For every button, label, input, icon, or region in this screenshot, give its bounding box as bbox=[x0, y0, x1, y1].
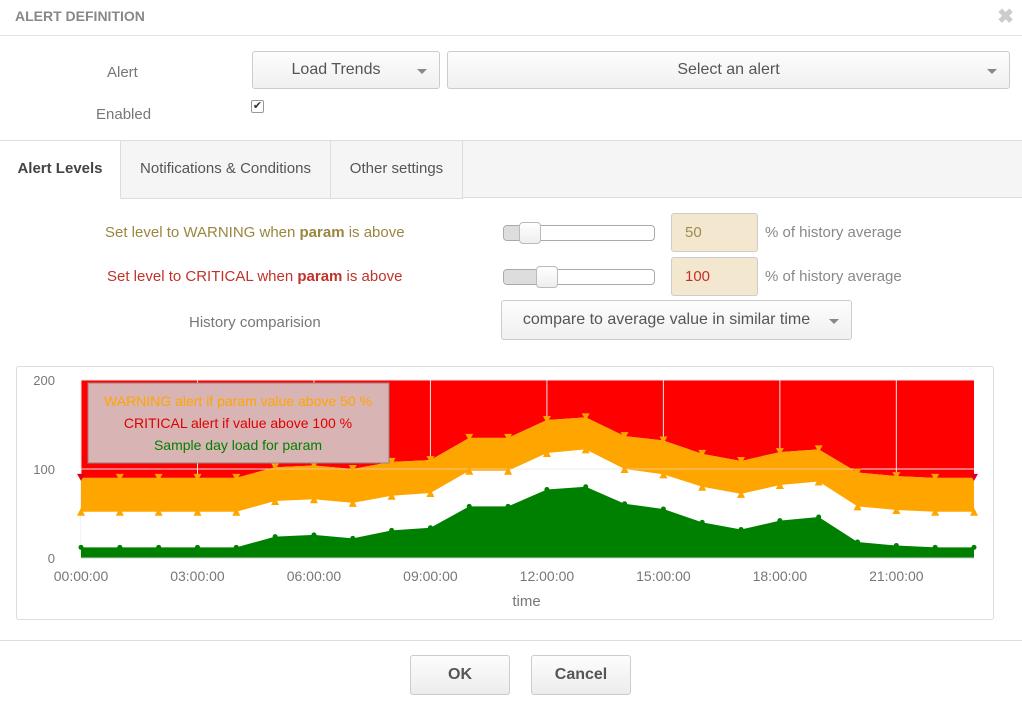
ok-button[interactable]: OK bbox=[410, 655, 510, 695]
load-point bbox=[156, 544, 162, 550]
critical-value-input[interactable]: 100 bbox=[671, 257, 758, 296]
x-tick-label: 12:00:00 bbox=[520, 568, 575, 584]
load-point bbox=[971, 544, 977, 550]
enabled-checkbox[interactable]: ✔ bbox=[251, 100, 264, 113]
x-tick-label: 06:00:00 bbox=[287, 568, 342, 584]
y-tick-label: 100 bbox=[33, 462, 55, 477]
load-chart: 0 100 200 00:00:00 03:00:00 06:00:00 09:00:00 1… bbox=[16, 366, 994, 620]
load-point bbox=[233, 544, 239, 550]
load-point bbox=[622, 501, 628, 507]
load-point bbox=[194, 544, 200, 550]
y-tick-label: 0 bbox=[48, 551, 55, 566]
load-point bbox=[738, 527, 744, 533]
tab-bar: Alert Levels Notifications & Conditions … bbox=[0, 140, 1022, 199]
load-point bbox=[855, 539, 861, 545]
load-point bbox=[893, 543, 899, 549]
dialog-title: ALERT DEFINITION bbox=[15, 8, 145, 24]
critical-unit-label: % of history average bbox=[765, 268, 902, 285]
x-axis-title: time bbox=[512, 593, 540, 610]
warning-label-suffix: is above bbox=[344, 224, 405, 241]
load-point bbox=[427, 525, 433, 531]
load-point bbox=[117, 544, 123, 550]
close-icon[interactable]: ✖ bbox=[997, 4, 1014, 29]
warning-label-prefix: Set level to WARNING when bbox=[105, 224, 300, 241]
load-point bbox=[389, 527, 395, 533]
tab-bar-fill bbox=[462, 141, 1022, 198]
critical-label-suffix: is above bbox=[342, 268, 403, 285]
warning-slider-handle[interactable] bbox=[519, 222, 541, 244]
load-point bbox=[932, 544, 938, 550]
x-tick-label: 21:00:00 bbox=[869, 568, 924, 584]
enabled-label: Enabled bbox=[96, 106, 152, 123]
warning-label-param: param bbox=[299, 224, 345, 241]
alert-select[interactable]: Select an alert bbox=[447, 51, 1010, 89]
load-point bbox=[78, 544, 84, 550]
load-point bbox=[505, 503, 511, 509]
load-point bbox=[350, 535, 356, 541]
legend-entry: CRITICAL alert if value above 100 % bbox=[124, 415, 352, 431]
load-point bbox=[272, 534, 278, 540]
x-tick-label: 18:00:00 bbox=[753, 568, 808, 584]
footer-divider bbox=[0, 640, 1022, 641]
legend-entry: Sample day load for param bbox=[154, 437, 322, 453]
load-point bbox=[311, 532, 317, 538]
alert-label: Alert bbox=[107, 64, 138, 81]
chevron-down-icon bbox=[987, 69, 997, 74]
history-comparison-select[interactable]: compare to average value in similar time bbox=[501, 300, 852, 340]
warning-slider[interactable] bbox=[503, 222, 655, 244]
load-point bbox=[816, 514, 822, 520]
load-point bbox=[583, 484, 589, 490]
y-tick-label: 200 bbox=[33, 373, 55, 388]
legend-entry: WARNING alert if param value above 50 % bbox=[104, 393, 372, 409]
warning-level-label: Set level to WARNING when param is above bbox=[105, 224, 405, 241]
x-tick-label: 15:00:00 bbox=[636, 568, 691, 584]
alert-select-value: Select an alert bbox=[677, 61, 780, 78]
warning-unit-label: % of history average bbox=[765, 224, 902, 241]
load-point bbox=[660, 506, 666, 512]
chevron-down-icon bbox=[417, 69, 427, 74]
tab-notifications-conditions[interactable]: Notifications & Conditions bbox=[121, 141, 331, 199]
history-comparison-value: compare to average value in similar time bbox=[522, 311, 811, 328]
tab-alert-levels[interactable]: Alert Levels bbox=[0, 141, 121, 199]
alert-type-value: Load Trends bbox=[291, 61, 381, 78]
cancel-button[interactable]: Cancel bbox=[531, 655, 631, 695]
history-comparison-label: History comparision bbox=[189, 314, 321, 331]
critical-slider[interactable] bbox=[503, 266, 655, 288]
critical-level-label: Set level to CRITICAL when param is abov… bbox=[107, 268, 402, 285]
dialog-titlebar: ALERT DEFINITION ✖ bbox=[0, 0, 1022, 36]
critical-label-param: param bbox=[297, 268, 343, 285]
x-tick-label: 09:00:00 bbox=[403, 568, 458, 584]
load-point bbox=[699, 519, 705, 525]
alert-type-select[interactable]: Load Trends bbox=[252, 51, 440, 89]
critical-label-prefix: Set level to CRITICAL when bbox=[107, 268, 298, 285]
warning-value-input[interactable]: 50 bbox=[671, 213, 758, 252]
critical-slider-handle[interactable] bbox=[536, 266, 558, 288]
load-point bbox=[466, 503, 472, 509]
x-tick-label: 00:00:00 bbox=[54, 568, 109, 584]
load-point bbox=[777, 518, 783, 524]
check-icon: ✔ bbox=[252, 100, 263, 112]
load-chart-svg: 0 100 200 00:00:00 03:00:00 06:00:00 09:00:00 1… bbox=[33, 373, 978, 610]
x-tick-label: 03:00:00 bbox=[170, 568, 225, 584]
load-point bbox=[544, 486, 550, 492]
tab-other-settings[interactable]: Other settings bbox=[331, 141, 463, 199]
chevron-down-icon bbox=[829, 319, 839, 324]
